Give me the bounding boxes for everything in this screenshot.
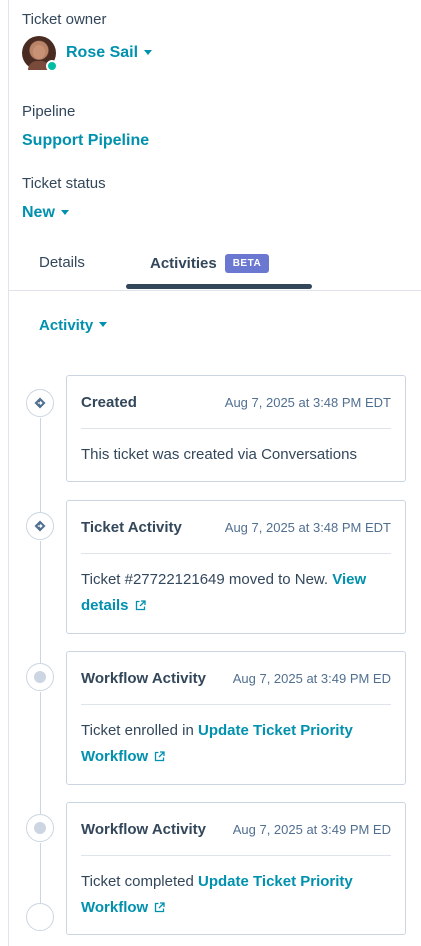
timeline-end-node <box>26 903 54 931</box>
dot-icon <box>26 814 54 842</box>
activity-card: Workflow Activity Aug 7, 2025 at 3:49 PM… <box>66 802 406 935</box>
activity-card-header: Ticket Activity Aug 7, 2025 at 3:48 PM E… <box>81 501 391 554</box>
activity-timestamp: Aug 7, 2025 at 3:48 PM EDT <box>224 395 391 410</box>
chevron-down-icon <box>99 322 108 328</box>
tab-activities[interactable]: Activities BETA <box>150 254 270 273</box>
activity-card: Created Aug 7, 2025 at 3:48 PM EDT This … <box>66 375 406 482</box>
avatar <box>22 36 58 72</box>
panel-left-border <box>8 0 9 946</box>
chevron-down-icon <box>60 209 69 215</box>
timeline-connector <box>40 843 41 903</box>
activity-body: Ticket #27722121649 moved to New. View d… <box>81 567 395 619</box>
activity-timestamp: Aug 7, 2025 at 3:49 PM ED <box>232 822 391 837</box>
activity-card-header: Created Aug 7, 2025 at 3:48 PM EDT <box>81 376 391 429</box>
timeline-connector <box>40 541 41 663</box>
activity-card: Workflow Activity Aug 7, 2025 at 3:49 PM… <box>66 651 406 785</box>
tab-bar: Details Activities BETA <box>8 240 421 291</box>
activity-filter-label: Activity <box>39 317 94 334</box>
activity-body-text: This ticket was created via Conversation… <box>81 446 357 463</box>
chevron-down-icon <box>144 49 153 55</box>
ticket-owner-label: Ticket owner <box>22 11 107 28</box>
pipeline-value-link[interactable]: Support Pipeline <box>22 132 149 150</box>
ticket-status-value[interactable]: New <box>22 204 55 221</box>
activity-body-text: Ticket #27722121649 moved to New. <box>81 571 329 588</box>
diamond-arrow-icon <box>26 389 54 417</box>
activity-body-text: Ticket completed <box>81 873 194 890</box>
activity-body-text: Ticket enrolled in <box>81 722 194 739</box>
activity-title: Ticket Activity <box>81 519 182 536</box>
activity-title: Created <box>81 394 137 411</box>
activity-card-header: Workflow Activity Aug 7, 2025 at 3:49 PM… <box>81 652 391 705</box>
dot-icon <box>26 663 54 691</box>
activity-filter-dropdown[interactable]: Activity <box>39 317 108 335</box>
activity-title: Workflow Activity <box>81 670 207 687</box>
external-link-icon <box>135 600 146 611</box>
diamond-arrow-icon <box>26 512 54 540</box>
online-status-indicator <box>46 60 58 72</box>
ticket-status-label: Ticket status <box>22 175 106 192</box>
beta-badge: BETA <box>224 254 270 273</box>
tab-details[interactable]: Details <box>39 254 85 271</box>
ticket-status-dropdown[interactable]: New <box>22 204 69 222</box>
activity-card-header: Workflow Activity Aug 7, 2025 at 3:49 PM… <box>81 803 391 856</box>
external-link-icon <box>155 902 165 913</box>
activity-timestamp: Aug 7, 2025 at 3:49 PM ED <box>232 671 391 686</box>
activity-body: This ticket was created via Conversation… <box>81 442 395 468</box>
pipeline-label: Pipeline <box>22 103 76 120</box>
external-link-icon <box>155 751 165 762</box>
timeline-connector <box>40 692 41 814</box>
activity-card: Ticket Activity Aug 7, 2025 at 3:48 PM E… <box>66 500 406 634</box>
tab-activities-label: Activities <box>150 255 217 272</box>
activity-body: Ticket completed Update Ticket Priority … <box>81 869 395 921</box>
active-tab-indicator <box>126 284 312 289</box>
ticket-owner-name[interactable]: Rose Sail <box>66 44 138 62</box>
timeline-connector <box>40 418 41 512</box>
activity-title: Workflow Activity <box>81 821 207 838</box>
activity-body: Ticket enrolled in Update Ticket Priorit… <box>81 718 395 770</box>
ticket-owner-selector[interactable]: Rose Sail <box>22 36 153 72</box>
activity-timestamp: Aug 7, 2025 at 3:48 PM EDT <box>224 520 391 535</box>
